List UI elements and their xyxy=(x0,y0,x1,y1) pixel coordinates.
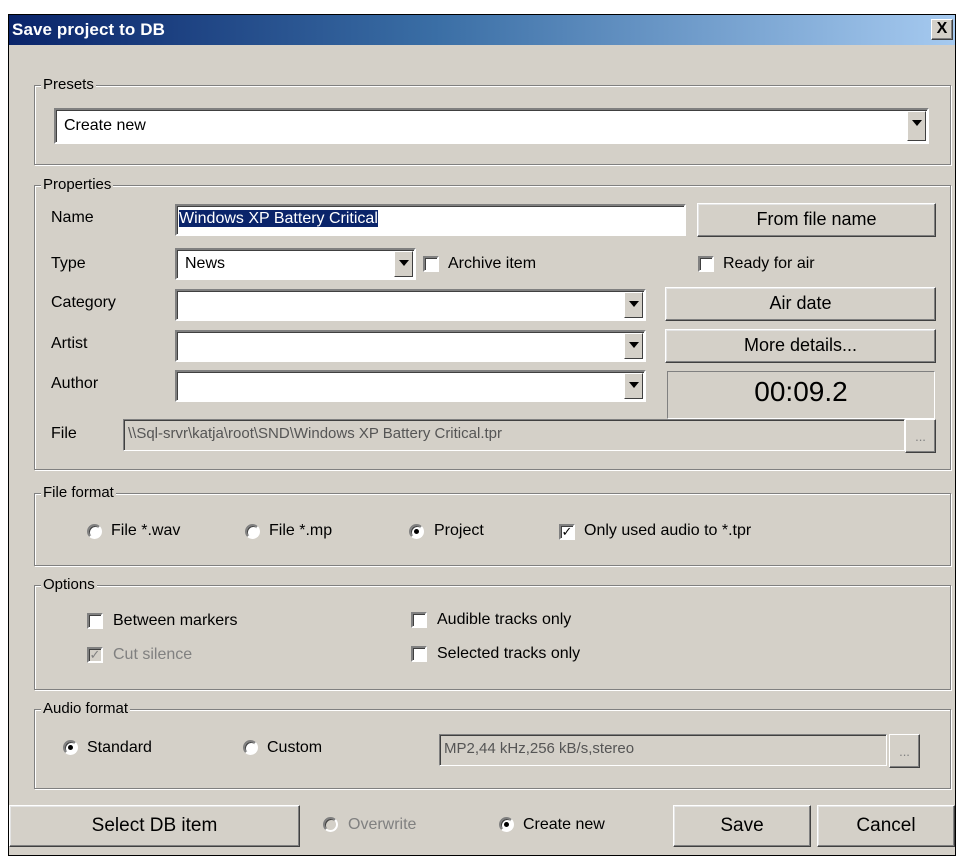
presets-legend: Presets xyxy=(41,75,96,95)
close-icon: X xyxy=(936,20,948,37)
overwrite-radio xyxy=(323,817,338,832)
properties-group: Properties Name Windows XP Battery Criti… xyxy=(34,175,951,470)
format-project-label: Project xyxy=(434,522,484,539)
type-value: News xyxy=(185,255,226,272)
file-path-field: \\Sql-srvr\katja\root\SND\Windows XP Bat… xyxy=(123,419,905,451)
between-markers-label: Between markers xyxy=(113,612,238,629)
audible-tracks-label: Audible tracks only xyxy=(437,611,572,628)
radio-selected-dot xyxy=(504,822,509,827)
options-group: Options Between markers ✓ Cut silence Au… xyxy=(34,575,951,690)
audio-format-browse-button: ... xyxy=(889,734,920,768)
audio-format-legend: Audio format xyxy=(41,699,131,719)
audio-standard-radio[interactable] xyxy=(63,740,78,755)
category-combo[interactable] xyxy=(175,289,646,321)
author-combo[interactable] xyxy=(175,370,646,402)
radio-selected-dot xyxy=(68,745,73,750)
type-combo[interactable]: News xyxy=(175,248,416,280)
create-new-label: Create new xyxy=(523,816,605,833)
close-button[interactable]: X xyxy=(931,19,953,40)
name-field[interactable]: Windows XP Battery Critical xyxy=(175,204,686,236)
check-icon: ✓ xyxy=(561,524,573,539)
presets-combo[interactable]: Create new xyxy=(54,108,929,144)
cut-silence-checkbox: ✓ xyxy=(87,647,103,663)
type-dropdown-icon[interactable] xyxy=(394,251,413,277)
check-icon: ✓ xyxy=(89,647,101,662)
save-project-dialog: Save project to DB X Presets Create new … xyxy=(8,14,956,856)
author-dropdown-icon[interactable] xyxy=(624,373,643,399)
name-label: Name xyxy=(51,209,94,226)
author-label: Author xyxy=(51,375,99,392)
overwrite-label: Overwrite xyxy=(348,816,417,833)
category-dropdown-icon[interactable] xyxy=(624,292,643,318)
format-wav-radio[interactable] xyxy=(87,524,102,539)
from-file-name-button[interactable]: From file name xyxy=(697,203,936,237)
title-bar[interactable]: Save project to DB X xyxy=(9,15,955,45)
selected-tracks-label: Selected tracks only xyxy=(437,645,581,662)
presets-value: Create new xyxy=(64,117,146,134)
audio-standard-label: Standard xyxy=(87,739,152,756)
between-markers-checkbox[interactable] xyxy=(87,613,103,629)
artist-combo[interactable] xyxy=(175,330,646,362)
ready-for-air-checkbox[interactable] xyxy=(698,256,714,272)
duration-display: 00:09.2 xyxy=(667,371,935,419)
presets-group: Presets Create new xyxy=(34,75,951,165)
name-value: Windows XP Battery Critical xyxy=(179,210,378,227)
more-details-button[interactable]: More details... xyxy=(665,329,936,363)
file-format-legend: File format xyxy=(41,483,116,503)
options-legend: Options xyxy=(41,575,97,595)
artist-dropdown-icon[interactable] xyxy=(624,333,643,359)
custom-format-field: MP2,44 kHz,256 kB/s,stereo xyxy=(439,734,887,766)
format-mp-radio[interactable] xyxy=(245,524,260,539)
selected-tracks-checkbox[interactable] xyxy=(411,646,427,662)
audible-tracks-checkbox[interactable] xyxy=(411,612,427,628)
properties-legend: Properties xyxy=(41,175,114,195)
audio-format-group: Audio format Standard Custom MP2,44 kHz,… xyxy=(34,699,951,789)
save-button[interactable]: Save xyxy=(673,805,811,847)
type-label: Type xyxy=(51,255,86,272)
file-browse-button[interactable]: ... xyxy=(905,419,936,453)
audio-custom-label: Custom xyxy=(267,739,323,756)
artist-label: Artist xyxy=(51,335,88,352)
cancel-button[interactable]: Cancel xyxy=(817,805,955,847)
create-new-radio[interactable] xyxy=(499,817,514,832)
cut-silence-label: Cut silence xyxy=(113,646,193,663)
archive-item-checkbox[interactable] xyxy=(423,256,439,272)
format-wav-label: File *.wav xyxy=(111,522,181,539)
dialog-title: Save project to DB xyxy=(12,20,165,39)
presets-dropdown-icon[interactable] xyxy=(907,111,926,141)
archive-item-label: Archive item xyxy=(448,255,537,272)
ready-for-air-label: Ready for air xyxy=(723,255,815,272)
format-mp-label: File *.mp xyxy=(269,522,333,539)
radio-selected-dot xyxy=(414,529,419,534)
only-used-audio-checkbox[interactable]: ✓ xyxy=(559,524,575,540)
category-label: Category xyxy=(51,294,116,311)
only-used-audio-label: Only used audio to *.tpr xyxy=(584,522,752,539)
air-date-button[interactable]: Air date xyxy=(665,287,936,321)
file-format-group: File format File *.wav File *.mp Project… xyxy=(34,483,951,566)
select-db-item-button[interactable]: Select DB item xyxy=(9,805,300,847)
audio-custom-radio[interactable] xyxy=(243,740,258,755)
file-label: File xyxy=(51,425,77,442)
format-project-radio[interactable] xyxy=(409,524,424,539)
